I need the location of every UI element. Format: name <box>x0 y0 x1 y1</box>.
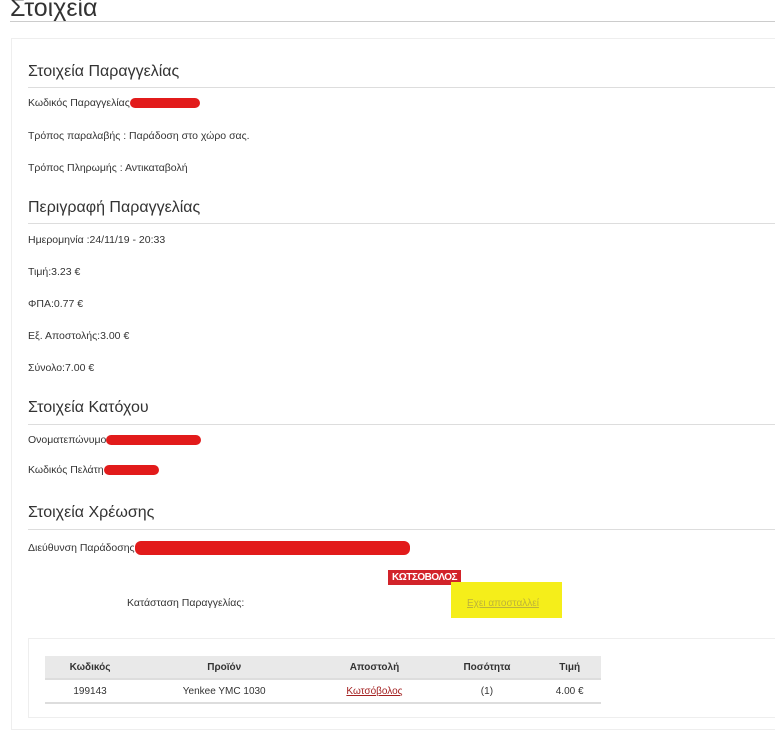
payment-method: Τρόπος Πληρωμής : Αντικαταβολή <box>28 162 188 174</box>
table-row: 199143 Yenkee YMC 1030 Κωτσόβολος (1) 4.… <box>45 679 601 704</box>
section-heading-billing: Στοιχεία Χρέωσης <box>28 504 155 521</box>
items-table: Κωδικός Προϊόν Αποστολή Ποσότητα Τιμή 19… <box>45 656 601 704</box>
order-code: Κωδικός Παραγγελίας <box>28 97 200 109</box>
cell-product: Yenkee YMC 1030 <box>135 679 314 704</box>
col-price: Τιμή <box>538 656 601 680</box>
cell-quantity: (1) <box>435 679 539 704</box>
shipping-link[interactable]: Κωτσόβολος <box>346 686 402 697</box>
redaction <box>129 98 200 109</box>
col-shipping: Αποστολή <box>313 656 436 680</box>
section-heading-description: Περιγραφή Παραγγελίας <box>28 199 201 216</box>
divider <box>28 223 775 224</box>
total: Σύνολο:7.00 € <box>28 362 95 374</box>
customer-code: Κωδικός Πελάτη <box>28 464 159 476</box>
customer-code-label: Κωδικός Πελάτη <box>28 464 104 476</box>
order-date: Ημερομηνία :24/11/19 - 20:33 <box>28 234 166 246</box>
redaction <box>134 541 410 555</box>
col-quantity: Ποσότητα <box>435 656 539 680</box>
col-product: Προϊόν <box>135 656 314 680</box>
table-header: Κωδικός Προϊόν Αποστολή Ποσότητα Τιμή <box>45 656 601 680</box>
delivery-address-label: Διεύθυνση Παράδοσης <box>28 541 135 554</box>
delivery-method: Τρόπος παραλαβής : Παράδοση στο χώρο σας… <box>28 130 250 142</box>
full-name-label: Ονοματεπώνυμο <box>28 434 107 446</box>
col-code: Κωδικός <box>45 656 136 680</box>
cell-price: 4.00 € <box>538 679 601 704</box>
price: Τιμή:3.23 € <box>28 266 81 278</box>
divider <box>28 529 775 530</box>
section-heading-owner: Στοιχεία Κατόχου <box>28 399 149 416</box>
divider <box>28 87 775 88</box>
redaction <box>103 465 159 476</box>
status-link[interactable]: Εχει αποσταλλεί <box>467 598 539 609</box>
order-code-label: Κωδικός Παραγγελίας <box>28 97 130 109</box>
delivery-address: Διεύθυνση Παράδοσης <box>28 541 410 555</box>
shipping-cost: Εξ. Αποστολής:3.00 € <box>28 330 130 342</box>
status-label: Κατάσταση Παραγγελίας: <box>127 597 245 609</box>
cell-shipping: Κωτσόβολος <box>313 679 436 704</box>
cell-code: 199143 <box>45 679 136 704</box>
section-heading-order: Στοιχεία Παραγγελίας <box>28 63 180 80</box>
divider <box>28 424 775 425</box>
full-name: Ονοματεπώνυμο <box>28 434 202 446</box>
redaction <box>106 435 202 446</box>
vat: ΦΠΑ:0.77 € <box>28 298 84 310</box>
page-title: Στοιχεία <box>10 0 98 22</box>
divider <box>10 21 775 22</box>
